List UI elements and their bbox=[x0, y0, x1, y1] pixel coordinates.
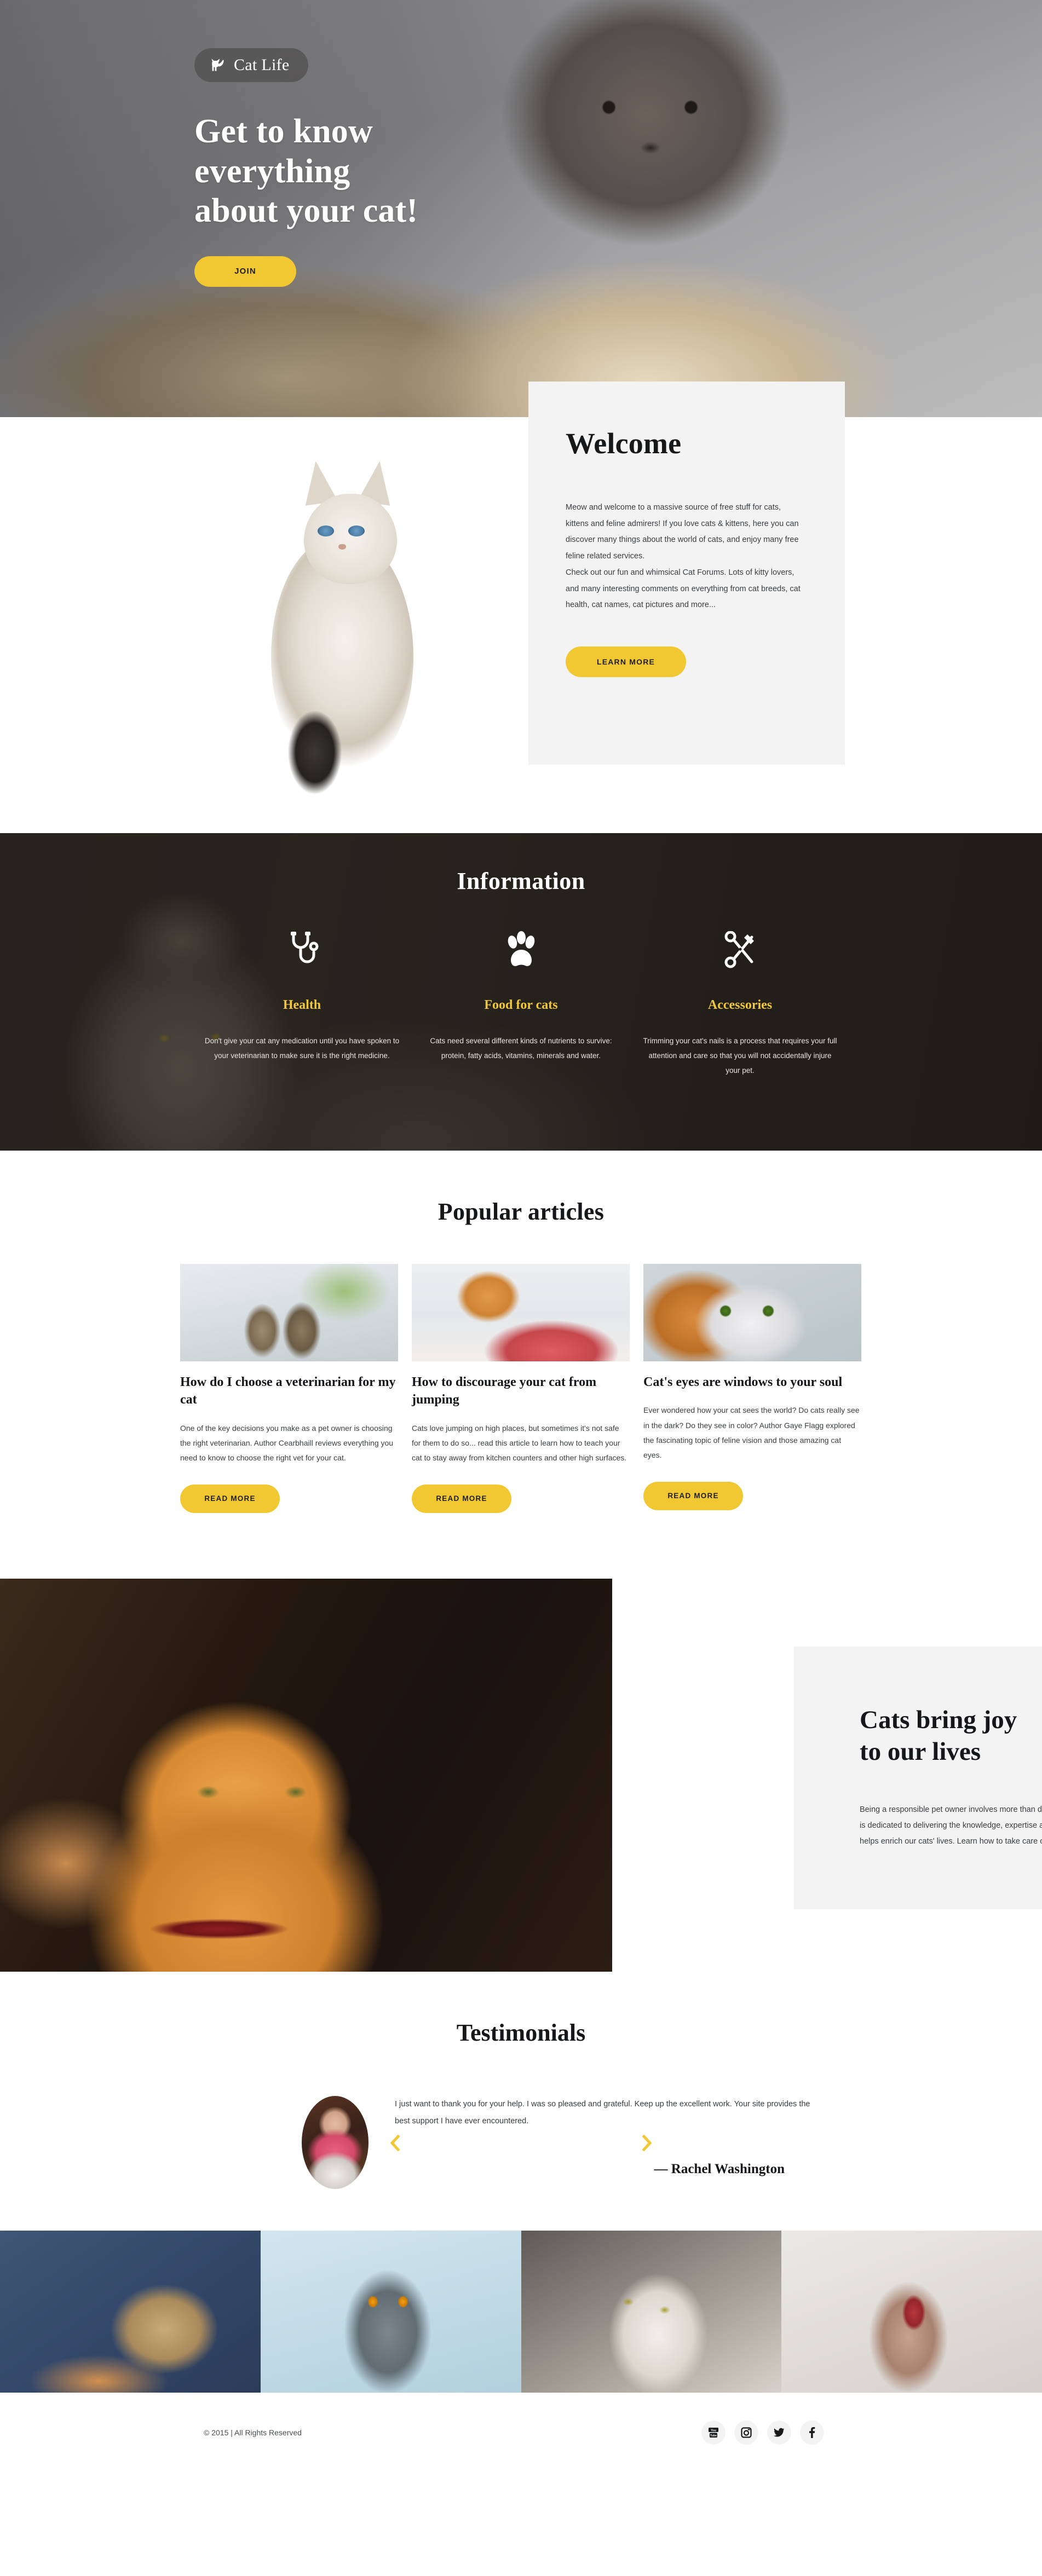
article-thumbnail bbox=[180, 1264, 398, 1361]
testimonial-quote: I just want to thank you for your help. … bbox=[395, 2096, 811, 2177]
article-card[interactable]: Cat's eyes are windows to your soul Ever… bbox=[643, 1264, 861, 1513]
welcome-card: Welcome Meow and welcome to a massive so… bbox=[528, 382, 845, 765]
welcome-paragraph-1: Meow and welcome to a massive source of … bbox=[566, 503, 799, 561]
photo-gallery bbox=[0, 2230, 1042, 2393]
popular-articles-title: Popular articles bbox=[437, 1198, 605, 1225]
information-columns: Health Don't give your cat any medicatio… bbox=[0, 929, 1042, 1078]
article-title: Cat's eyes are windows to your soul bbox=[643, 1375, 843, 1389]
article-thumbnail bbox=[412, 1264, 630, 1361]
article-card[interactable]: How do I choose a veterinarian for my ca… bbox=[180, 1264, 398, 1513]
information-item-food: Food for cats Cats need several differen… bbox=[412, 929, 631, 1078]
information-content: Information Health Don't give your cat a… bbox=[0, 833, 1042, 1078]
site-logo-text: Cat Life bbox=[234, 56, 290, 74]
gallery-image[interactable] bbox=[521, 2230, 782, 2393]
testimonial-slide: I just want to thank you for your help. … bbox=[180, 2095, 862, 2189]
joy-text: Being a responsible pet owner involves m… bbox=[860, 1805, 1042, 1846]
svg-text:You: You bbox=[711, 2429, 716, 2432]
information-item-description: Don't give your cat any medication until… bbox=[204, 1037, 400, 1060]
gallery-image[interactable] bbox=[0, 2230, 261, 2393]
svg-text:Tube: Tube bbox=[710, 2434, 717, 2438]
instagram-icon[interactable] bbox=[734, 2420, 758, 2445]
testimonial-author: — Rachel Washington bbox=[654, 2162, 785, 2177]
article-excerpt: One of the key decisions you make as a p… bbox=[180, 1423, 394, 1463]
popular-articles-section: Popular articles How do I choose a veter… bbox=[0, 1151, 1042, 1556]
article-excerpt: Ever wondered how your cat sees the worl… bbox=[643, 1406, 860, 1460]
joy-title: Cats bring joy to our lives bbox=[860, 1704, 1042, 1769]
welcome-cat-photo bbox=[241, 455, 476, 806]
hero-title-line-3: about your cat! bbox=[194, 192, 418, 230]
information-item-accessories: Accessories Trimming your cat's nails is… bbox=[631, 929, 850, 1078]
facebook-icon[interactable] bbox=[800, 2420, 824, 2445]
landing-page: Cat Life Get to know everything about yo… bbox=[0, 0, 1042, 2473]
stethoscope-icon bbox=[205, 929, 400, 972]
article-title: How to discourage your cat from jumping bbox=[412, 1375, 597, 1407]
hero-title-line-2: everything bbox=[194, 152, 350, 190]
joy-photo bbox=[0, 1578, 612, 1972]
hero-section: Cat Life Get to know everything about yo… bbox=[0, 0, 1042, 417]
chevron-right-icon bbox=[642, 2134, 653, 2154]
read-more-button[interactable]: READ MORE bbox=[180, 1484, 280, 1513]
article-thumbnail bbox=[643, 1264, 861, 1361]
welcome-paragraph-2: Check out our fun and whimsical Cat Foru… bbox=[566, 568, 801, 610]
social-links: You Tube bbox=[701, 2420, 824, 2445]
gallery-image[interactable] bbox=[260, 2230, 521, 2393]
joy-title-line-2: to our lives bbox=[860, 1737, 981, 1766]
cat-icon bbox=[210, 58, 226, 72]
article-title: How do I choose a veterinarian for my ca… bbox=[180, 1375, 396, 1407]
welcome-body: Meow and welcome to a massive source of … bbox=[566, 500, 805, 614]
information-item-name: Accessories bbox=[707, 998, 773, 1012]
joy-card: Cats bring joy to our lives Being a resp… bbox=[794, 1646, 1042, 1909]
site-logo[interactable]: Cat Life bbox=[194, 48, 308, 82]
scissors-icon bbox=[643, 929, 838, 972]
twitter-icon[interactable] bbox=[767, 2420, 791, 2445]
testimonial-prev-button[interactable] bbox=[385, 2134, 404, 2154]
article-card[interactable]: How to discourage your cat from jumping … bbox=[412, 1264, 630, 1513]
testimonials-section: Testimonials I just want to thank you fo… bbox=[0, 1971, 1042, 2231]
read-more-button[interactable]: READ MORE bbox=[643, 1481, 743, 1510]
chevron-left-icon bbox=[389, 2134, 400, 2154]
learn-more-button[interactable]: LEARN MORE bbox=[566, 646, 686, 678]
testimonials-title: Testimonials bbox=[456, 2019, 586, 2046]
avatar bbox=[302, 2095, 369, 2189]
testimonial-text: I just want to thank you for your help. … bbox=[395, 2099, 810, 2126]
welcome-title: Welcome bbox=[566, 427, 682, 460]
site-footer: © 2015 | All Rights Reserved You Tube bbox=[0, 2392, 1042, 2473]
read-more-button[interactable]: READ MORE bbox=[412, 1484, 511, 1513]
youtube-icon[interactable]: You Tube bbox=[701, 2420, 726, 2445]
testimonial-next-button[interactable] bbox=[638, 2134, 657, 2154]
copyright-text: © 2015 | All Rights Reserved bbox=[204, 2428, 302, 2437]
welcome-section: Welcome Meow and welcome to a massive so… bbox=[0, 382, 1042, 833]
information-item-name: Health bbox=[283, 998, 321, 1012]
information-item-description: Cats need several different kinds of nut… bbox=[430, 1037, 612, 1060]
cats-bring-joy-section: Cats bring joy to our lives Being a resp… bbox=[0, 1555, 1042, 1972]
information-title: Information bbox=[457, 868, 585, 894]
information-item-health: Health Don't give your cat any medicatio… bbox=[193, 929, 412, 1078]
hero-content: Cat Life Get to know everything about yo… bbox=[0, 0, 1042, 287]
join-button[interactable]: JOIN bbox=[194, 256, 296, 287]
paw-print-icon bbox=[424, 929, 619, 972]
article-excerpt: Cats love jumping on high places, but so… bbox=[412, 1423, 627, 1463]
joy-title-line-1: Cats bring joy bbox=[860, 1705, 1017, 1734]
information-item-description: Trimming your cat's nails is a process t… bbox=[643, 1037, 837, 1075]
hero-title: Get to know everything about your cat! bbox=[194, 112, 534, 231]
information-section: Information Health Don't give your cat a… bbox=[0, 833, 1042, 1151]
article-card-list: How do I choose a veterinarian for my ca… bbox=[180, 1264, 862, 1513]
gallery-image[interactable] bbox=[781, 2230, 1042, 2393]
information-item-name: Food for cats bbox=[484, 998, 558, 1012]
hero-title-line-1: Get to know bbox=[194, 113, 373, 150]
